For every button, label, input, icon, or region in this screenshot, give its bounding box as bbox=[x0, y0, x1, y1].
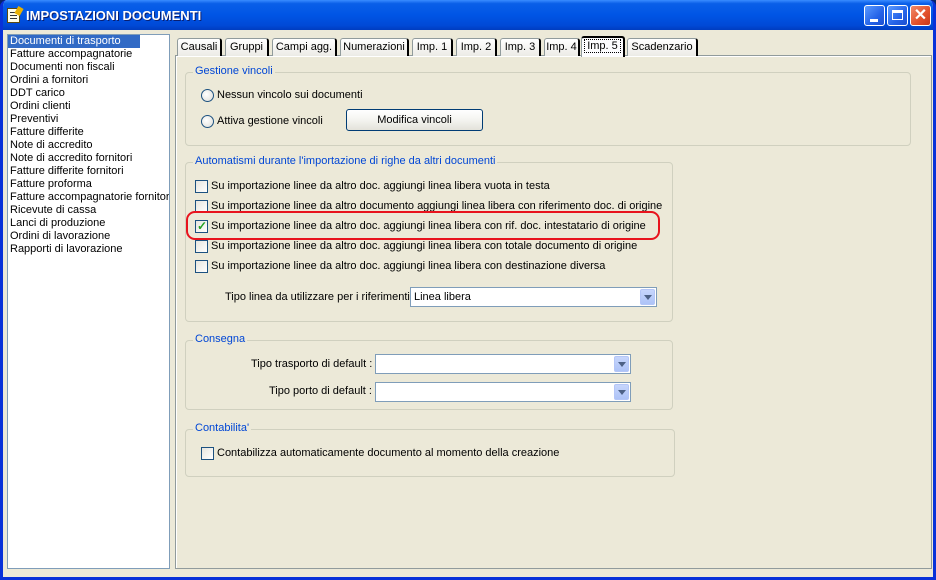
document-type-item[interactable]: Lanci di produzione bbox=[8, 217, 169, 230]
tab-gruppi[interactable]: Gruppi bbox=[225, 38, 269, 56]
contabilita-group: Contabilita' Contabilizza automaticament… bbox=[185, 422, 675, 477]
document-type-list[interactable]: Documenti di trasporto Fatture accompagn… bbox=[7, 34, 170, 569]
close-button[interactable]: ✕ bbox=[910, 5, 931, 26]
document-type-item[interactable]: Documenti non fiscali bbox=[8, 61, 169, 74]
tab-numerazioni[interactable]: Numerazioni bbox=[340, 38, 409, 56]
line-type-value: Linea libera bbox=[414, 291, 471, 303]
consegna-group: Consegna Tipo trasporto di default : Tip… bbox=[185, 333, 673, 410]
tab-imp-5-label: Imp. 5 bbox=[584, 39, 621, 53]
origin-total-checkbox[interactable] bbox=[195, 240, 208, 253]
document-type-item[interactable]: Fatture proforma bbox=[8, 178, 169, 191]
active-constraints-label: Attiva gestione vincoli bbox=[217, 115, 323, 127]
automatismi-title: Automatismi durante l'importazione di ri… bbox=[193, 155, 498, 167]
document-type-item[interactable]: DDT carico bbox=[8, 87, 169, 100]
document-type-item[interactable]: Rapporti di lavorazione bbox=[8, 243, 169, 256]
no-constraints-label: Nessun vincolo sui documenti bbox=[217, 89, 363, 101]
contabilita-title: Contabilita' bbox=[193, 422, 252, 434]
document-type-item[interactable]: Fatture accompagnatorie fornitori bbox=[8, 191, 169, 204]
no-constraints-radio[interactable] bbox=[201, 89, 214, 102]
auto-accounting-label: Contabilizza automaticamente documento a… bbox=[217, 447, 560, 459]
document-type-item[interactable]: Ordini clienti bbox=[8, 100, 169, 113]
blank-line-header-label: Su importazione linee da altro doc. aggi… bbox=[211, 180, 550, 192]
tab-campi-agg[interactable]: Campi agg. bbox=[272, 38, 337, 56]
tab-scadenzario[interactable]: Scadenzario bbox=[627, 38, 698, 56]
chevron-down-icon[interactable] bbox=[614, 356, 629, 372]
delivery-type-label: Tipo trasporto di default : bbox=[251, 358, 373, 370]
line-type-label: Tipo linea da utilizzare per i riferimen… bbox=[225, 291, 416, 303]
chevron-down-icon[interactable] bbox=[614, 384, 629, 400]
consegna-title: Consegna bbox=[193, 333, 248, 345]
document-settings-icon bbox=[7, 8, 20, 23]
tab-causali[interactable]: Causali bbox=[177, 38, 222, 56]
modify-constraints-button[interactable]: Modifica vincoli bbox=[346, 109, 483, 131]
automatismi-group: Automatismi durante l'importazione di ri… bbox=[185, 155, 673, 322]
document-type-item[interactable]: Documenti di trasporto bbox=[8, 35, 140, 48]
active-constraints-radio[interactable] bbox=[201, 115, 214, 128]
settings-window: IMPOSTAZIONI DOCUMENTI ✕ Documenti di tr… bbox=[0, 0, 936, 580]
document-type-item[interactable]: Ordini a fornitori bbox=[8, 74, 169, 87]
close-icon: ✕ bbox=[913, 7, 928, 24]
document-type-item[interactable]: Note di accredito bbox=[8, 139, 169, 152]
origin-total-label: Su importazione linee da altro doc. aggi… bbox=[211, 240, 638, 252]
minimize-button[interactable] bbox=[864, 5, 885, 26]
document-type-item[interactable]: Fatture accompagnatorie bbox=[8, 48, 169, 61]
minimize-icon bbox=[870, 19, 878, 22]
title-bar[interactable]: IMPOSTAZIONI DOCUMENTI ✕ bbox=[3, 0, 933, 30]
gestione-vincoli-group: Gestione vincoli Nessun vincolo sui docu… bbox=[185, 65, 911, 146]
document-type-item[interactable]: Preventivi bbox=[8, 113, 169, 126]
port-type-label: Tipo porto di default : bbox=[269, 385, 372, 397]
chevron-down-icon[interactable] bbox=[640, 289, 655, 305]
tab-imp-1[interactable]: Imp. 1 bbox=[412, 38, 453, 56]
port-type-combo[interactable] bbox=[375, 382, 631, 402]
line-type-combo[interactable]: Linea libera bbox=[410, 287, 657, 307]
tab-imp-2[interactable]: Imp. 2 bbox=[456, 38, 497, 56]
window-title: IMPOSTAZIONI DOCUMENTI bbox=[26, 8, 202, 23]
highlight-annotation bbox=[186, 211, 660, 240]
delivery-type-combo[interactable] bbox=[375, 354, 631, 374]
gestione-vincoli-title: Gestione vincoli bbox=[193, 65, 275, 77]
document-type-item[interactable]: Note di accredito fornitori bbox=[8, 152, 169, 165]
maximize-icon bbox=[892, 10, 903, 20]
different-destination-checkbox[interactable] bbox=[195, 260, 208, 273]
maximize-button[interactable] bbox=[887, 5, 908, 26]
document-type-item[interactable]: Ordini di lavorazione bbox=[8, 230, 169, 243]
auto-accounting-checkbox[interactable] bbox=[201, 447, 214, 460]
document-type-item[interactable]: Fatture differite fornitori bbox=[8, 165, 169, 178]
tab-imp-5[interactable]: Imp. 5 bbox=[581, 36, 625, 57]
blank-line-header-checkbox[interactable] bbox=[195, 180, 208, 193]
tab-imp-4[interactable]: Imp. 4 bbox=[544, 38, 580, 56]
different-destination-label: Su importazione linee da altro doc. aggi… bbox=[211, 260, 606, 272]
document-type-item[interactable]: Ricevute di cassa bbox=[8, 204, 169, 217]
document-type-item[interactable]: Fatture differite bbox=[8, 126, 169, 139]
tab-imp-3[interactable]: Imp. 3 bbox=[500, 38, 541, 56]
